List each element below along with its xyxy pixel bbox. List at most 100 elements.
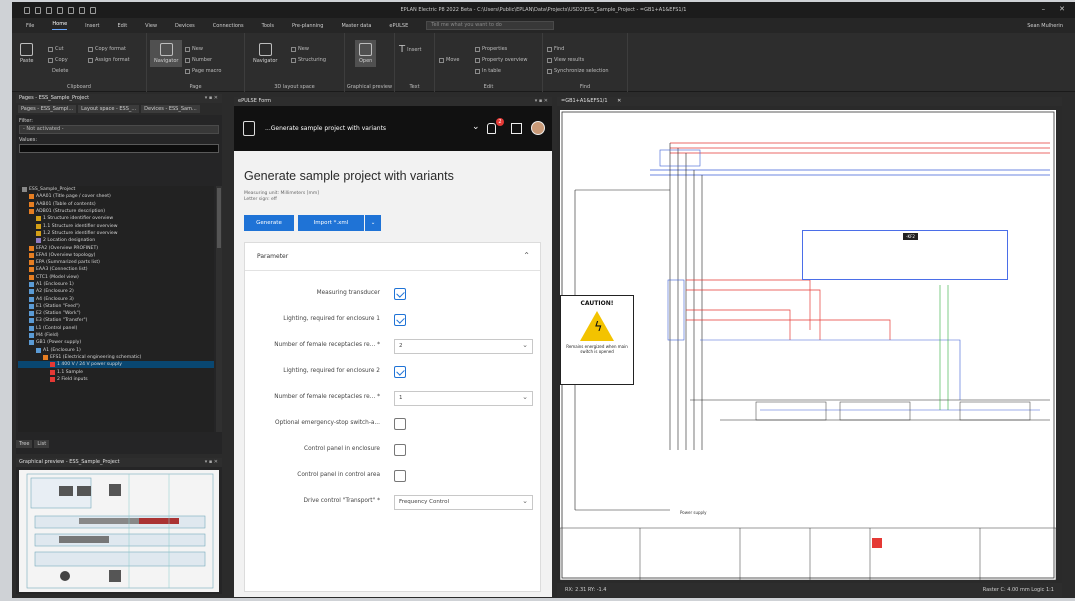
tree-item[interactable]: EFA2 (Overview PROFINET) [18, 244, 214, 251]
tree-item[interactable]: 2 Location designation [18, 237, 214, 244]
preview-open-button[interactable]: Open [355, 40, 377, 67]
synchronize-selection-button[interactable]: Synchronize selection [547, 68, 609, 74]
form-panel-controls[interactable]: ▾ ▪ ✕ [535, 97, 548, 106]
find-button[interactable]: Find [547, 46, 564, 52]
tree-item[interactable]: EPA (Summarized parts list) [18, 259, 214, 266]
new-page-button[interactable]: New [185, 46, 203, 52]
number-page-button[interactable]: Number [185, 57, 212, 63]
tree-item[interactable]: L1 (Control panel) [18, 325, 214, 332]
tree-item[interactable]: A1 (Enclosure 1) [18, 281, 214, 288]
tree-item[interactable]: A2 (Enclosure 2) [18, 288, 214, 295]
tree-item[interactable]: GB1 (Power supply) [18, 339, 214, 346]
import-xml-button[interactable]: Import *.xml [298, 215, 364, 231]
paste-button[interactable]: Paste [20, 43, 34, 64]
tab-list[interactable]: List [34, 440, 50, 448]
properties-button[interactable]: Properties [475, 46, 507, 52]
copy-button[interactable]: Copy [48, 57, 68, 63]
parameter-section-header[interactable]: Parameter ⌃ [245, 243, 540, 271]
filter-select[interactable]: - Not activated - [19, 125, 219, 134]
menu-epulse[interactable]: ePULSE [389, 23, 408, 29]
parameter-checkbox[interactable] [394, 418, 406, 430]
menu-devices[interactable]: Devices [175, 23, 195, 29]
tree-item[interactable]: 1.1 Sample [18, 368, 214, 375]
menu-view[interactable]: View [145, 23, 157, 29]
move-button[interactable]: Move [439, 57, 459, 63]
parameter-checkbox[interactable] [394, 314, 406, 326]
tell-me-input[interactable]: Tell me what you want to do [426, 21, 555, 30]
tab-tree[interactable]: Tree [16, 440, 33, 448]
parameter-select[interactable]: 2 [394, 339, 533, 354]
tree-item[interactable]: 2 Field inputs [18, 376, 214, 383]
menu-pre-planning[interactable]: Pre-planning [292, 23, 323, 29]
plc-module[interactable]: -KF2 [802, 230, 1008, 280]
parameter-checkbox[interactable] [394, 366, 406, 378]
panel-pin-icon[interactable]: ▾ ▪ ✕ [205, 94, 218, 103]
parameter-checkbox[interactable] [394, 444, 406, 456]
parameter-checkbox[interactable] [394, 288, 406, 300]
tree-item[interactable]: AAB01 (Table of contents) [18, 201, 214, 208]
values-input[interactable] [19, 144, 219, 153]
tree-scroll-thumb[interactable] [217, 188, 221, 248]
new-layout-button[interactable]: New [291, 46, 309, 52]
menu-edit[interactable]: Edit [117, 23, 127, 29]
parameter-select[interactable]: Frequency Control [394, 495, 533, 510]
tree-item[interactable]: E3 (Station "Transfer") [18, 317, 214, 324]
page-macro-button[interactable]: Page macro [185, 68, 221, 74]
graphical-preview-canvas[interactable] [19, 470, 219, 592]
tree-item[interactable]: 1.2 Structure identifier overview [18, 230, 214, 237]
chevron-up-icon[interactable]: ⌃ [523, 251, 530, 260]
tree-item[interactable]: M4 (Field) [18, 332, 214, 339]
tree-item[interactable]: EAA3 (Connection list) [18, 266, 214, 273]
tree-item[interactable]: EFS1 (Electrical engineering schematic) [18, 354, 214, 361]
notification-icon[interactable] [487, 123, 496, 134]
import-dropdown-button[interactable]: ⌄ [365, 215, 381, 231]
close-icon[interactable]: ✕ [1059, 5, 1065, 13]
tab-pages[interactable]: Pages - ESS_Sampl... [18, 105, 77, 113]
minimize-icon[interactable]: – [1042, 5, 1046, 13]
tree-item[interactable]: ADB01 (Structure description) [18, 208, 214, 215]
parameter-checkbox[interactable] [394, 470, 406, 482]
tree-item[interactable]: 1 400 V / 24 V power supply [18, 361, 214, 369]
insert-text-button[interactable]: T Insert [399, 44, 421, 55]
menu-connections[interactable]: Connections [213, 23, 244, 29]
tree-scrollbar[interactable] [216, 186, 222, 432]
tree-item[interactable]: ESS_Sample_Project [18, 186, 214, 193]
close-tab-icon[interactable]: ✕ [617, 98, 621, 104]
generate-button[interactable]: Generate [244, 215, 294, 231]
qr-code-icon[interactable] [511, 123, 522, 134]
tree-item[interactable]: A1 (Enclosure 1) [18, 347, 214, 354]
cut-button[interactable]: Cut [48, 46, 64, 52]
tree-item[interactable]: A4 (Enclosure 3) [18, 295, 214, 302]
parameter-select[interactable]: 1 [394, 391, 533, 406]
view-results-button[interactable]: View results [547, 57, 584, 63]
delete-button[interactable]: Delete [52, 68, 68, 74]
preview-panel-close-icon[interactable]: ▾ ▪ ✕ [205, 458, 218, 467]
user-name[interactable]: Sean Mulherin [1027, 23, 1063, 29]
tree-item[interactable]: 1.1 Structure identifier overview [18, 222, 214, 229]
tree-item[interactable]: EFA4 (Overview topology) [18, 252, 214, 259]
copy-format-button[interactable]: Copy format [88, 46, 126, 52]
form-header-title: ...Generate sample project with variants [265, 125, 387, 132]
chevron-down-icon[interactable]: ⌄ [472, 122, 480, 132]
property-overview-button[interactable]: Property overview [475, 57, 527, 63]
schematic-sheet[interactable]: -KF2 CAUTION! ϟ Remains energized when m… [560, 110, 1056, 580]
menu-master-data[interactable]: Master data [341, 23, 371, 29]
page-navigator-button[interactable]: Navigator [150, 40, 183, 67]
assign-format-button[interactable]: Assign format [88, 57, 130, 63]
in-table-button[interactable]: In table [475, 68, 501, 74]
schematic-tab[interactable]: =GB1+A1&EFS1/1 ✕ [557, 97, 1062, 106]
tree-item[interactable]: 1 Structure identifier overview [18, 215, 214, 222]
layout-navigator-button[interactable]: Navigator [253, 43, 277, 64]
tree-item[interactable]: E1 (Station "Feed") [18, 303, 214, 310]
avatar[interactable] [531, 121, 545, 135]
tree-item[interactable]: AAA01 (Title page / cover sheet) [18, 193, 214, 200]
menu-home[interactable]: Home [52, 21, 68, 30]
tab-layout-space[interactable]: Layout space - ESS_... [78, 105, 140, 113]
menu-tools[interactable]: Tools [262, 23, 274, 29]
menu-file[interactable]: File [26, 23, 34, 29]
menu-insert[interactable]: Insert [85, 23, 99, 29]
tab-devices[interactable]: Devices - ESS_Sam... [141, 105, 200, 113]
tree-item[interactable]: E2 (Station "Work") [18, 310, 214, 317]
structuring-button[interactable]: Structuring [291, 57, 326, 63]
tree-item[interactable]: CTC1 (Model view) [18, 274, 214, 281]
